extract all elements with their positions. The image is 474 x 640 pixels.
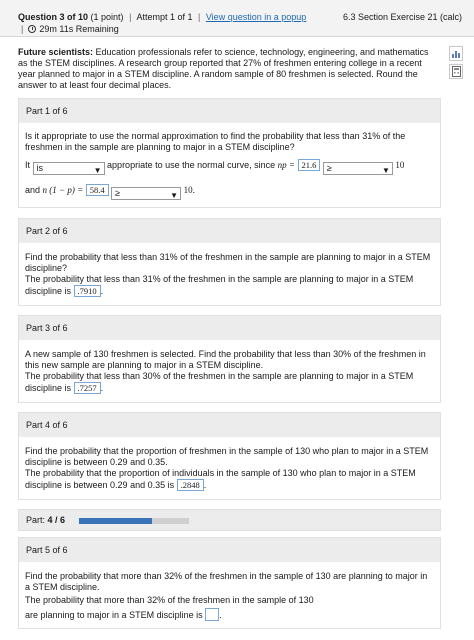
view-popup-link[interactable]: View question in a popup [206,12,306,22]
nq-answer[interactable]: 58.4 [85,184,109,196]
timer: | 29m 11s Remaining [21,24,119,34]
part-5-answer-input[interactable] [205,608,220,621]
part-2-answer[interactable]: .7910 [73,285,101,297]
section-title: 6.3 Section Exercise 21 (calc) [342,12,462,22]
progress-label: Part: 4 / 6 [26,515,66,525]
and-label: and [25,185,41,195]
np-answer[interactable]: 21.6 [297,159,321,171]
question-points: (1 point) [90,12,124,22]
part-2-title: Part 2 of 6 [19,219,440,243]
dropdown-arrow-icon: ▼ [170,191,179,200]
part-4-question: Find the probability that the proportion… [25,446,429,467]
np-threshold: 10 [395,160,405,170]
progress-value: 4 / 6 [47,515,66,525]
calculator-icon[interactable] [449,64,463,79]
part-1-question: Is it appropriate to use the normal appr… [25,131,406,152]
part-4-answer-text: The probability that the proportion of i… [25,468,416,490]
part-5-answer-line: are planning to major in a STEM discipli… [25,608,222,621]
dropdown-arrow-icon: ▼ [381,166,390,175]
attempt-count: Attempt 1 of 1 [136,12,193,22]
appropriate-select[interactable]: is ▼ [32,162,105,175]
part-5-question: Find the probability that more than 32% … [25,571,428,592]
part-5-card: Part 5 of 6 Find the probability that mo… [18,537,441,629]
part-1-answer-row: It is ▼ appropriate to use the normal cur… [25,159,434,175]
np-compare-select[interactable]: ≥ ▼ [322,162,393,175]
part-2-question: Find the probability that less than 31% … [25,252,431,273]
nq-compare-select[interactable]: ≥ ▼ [111,187,182,200]
part-5-title: Part 5 of 6 [19,538,440,562]
bar-chart-icon[interactable] [449,46,463,61]
part-2-card: Part 2 of 6 Find the probability that le… [18,218,441,306]
clock-icon [28,25,37,33]
dropdown-arrow-icon: ▼ [93,166,102,175]
nq-threshold: 10. [183,185,195,195]
part-3-answer-line: The probability that less than 30% of th… [25,371,414,394]
part-1-answer-row-2: and n (1 − p) = 58.4 ≥ ▼ 10. [25,184,434,200]
part-2-answer-line: The probability that less than 31% of th… [25,274,414,297]
progress-track [79,518,189,524]
part-4-answer-line: The probability that the proportion of i… [25,468,416,491]
time-remaining: 29m 11s Remaining [39,24,119,34]
part-progress: Part: 4 / 6 [18,509,441,531]
part-4-answer[interactable]: .2848 [176,479,204,491]
problem-intro: Future scientists: Education professiona… [18,47,438,91]
np-label: np = [277,160,295,170]
part-3-question: A new sample of 130 freshmen is selected… [25,349,426,370]
intro-lead: Future scientists: [18,47,94,57]
question-info: Question 3 of 10 (1 point) | Attempt 1 o… [18,12,307,22]
nq-label: n (1 − p) = [42,185,84,195]
part-5-answer-text-2: are planning to major in a STEM discipli… [25,610,203,620]
question-number: Question 3 of 10 [18,12,89,22]
part-1-card: Part 1 of 6 Is it appropriate to use the… [18,98,441,208]
part-1-title: Part 1 of 6 [19,99,440,123]
side-toolbar [449,46,464,82]
part-3-answer[interactable]: .7257 [73,382,101,394]
progress-fill [79,518,153,524]
part-4-card: Part 4 of 6 Find the probability that th… [18,412,441,500]
it-label: It [25,160,31,170]
mid-text: appropriate to use the normal curve, sin… [107,160,276,170]
part-5-answer-text-1: The probability that more than 32% of th… [25,595,314,605]
part-3-card: Part 3 of 6 A new sample of 130 freshmen… [18,315,441,403]
part-4-title: Part 4 of 6 [19,413,440,437]
part-3-title: Part 3 of 6 [19,316,440,340]
question-header: Question 3 of 10 (1 point) | Attempt 1 o… [0,0,474,37]
